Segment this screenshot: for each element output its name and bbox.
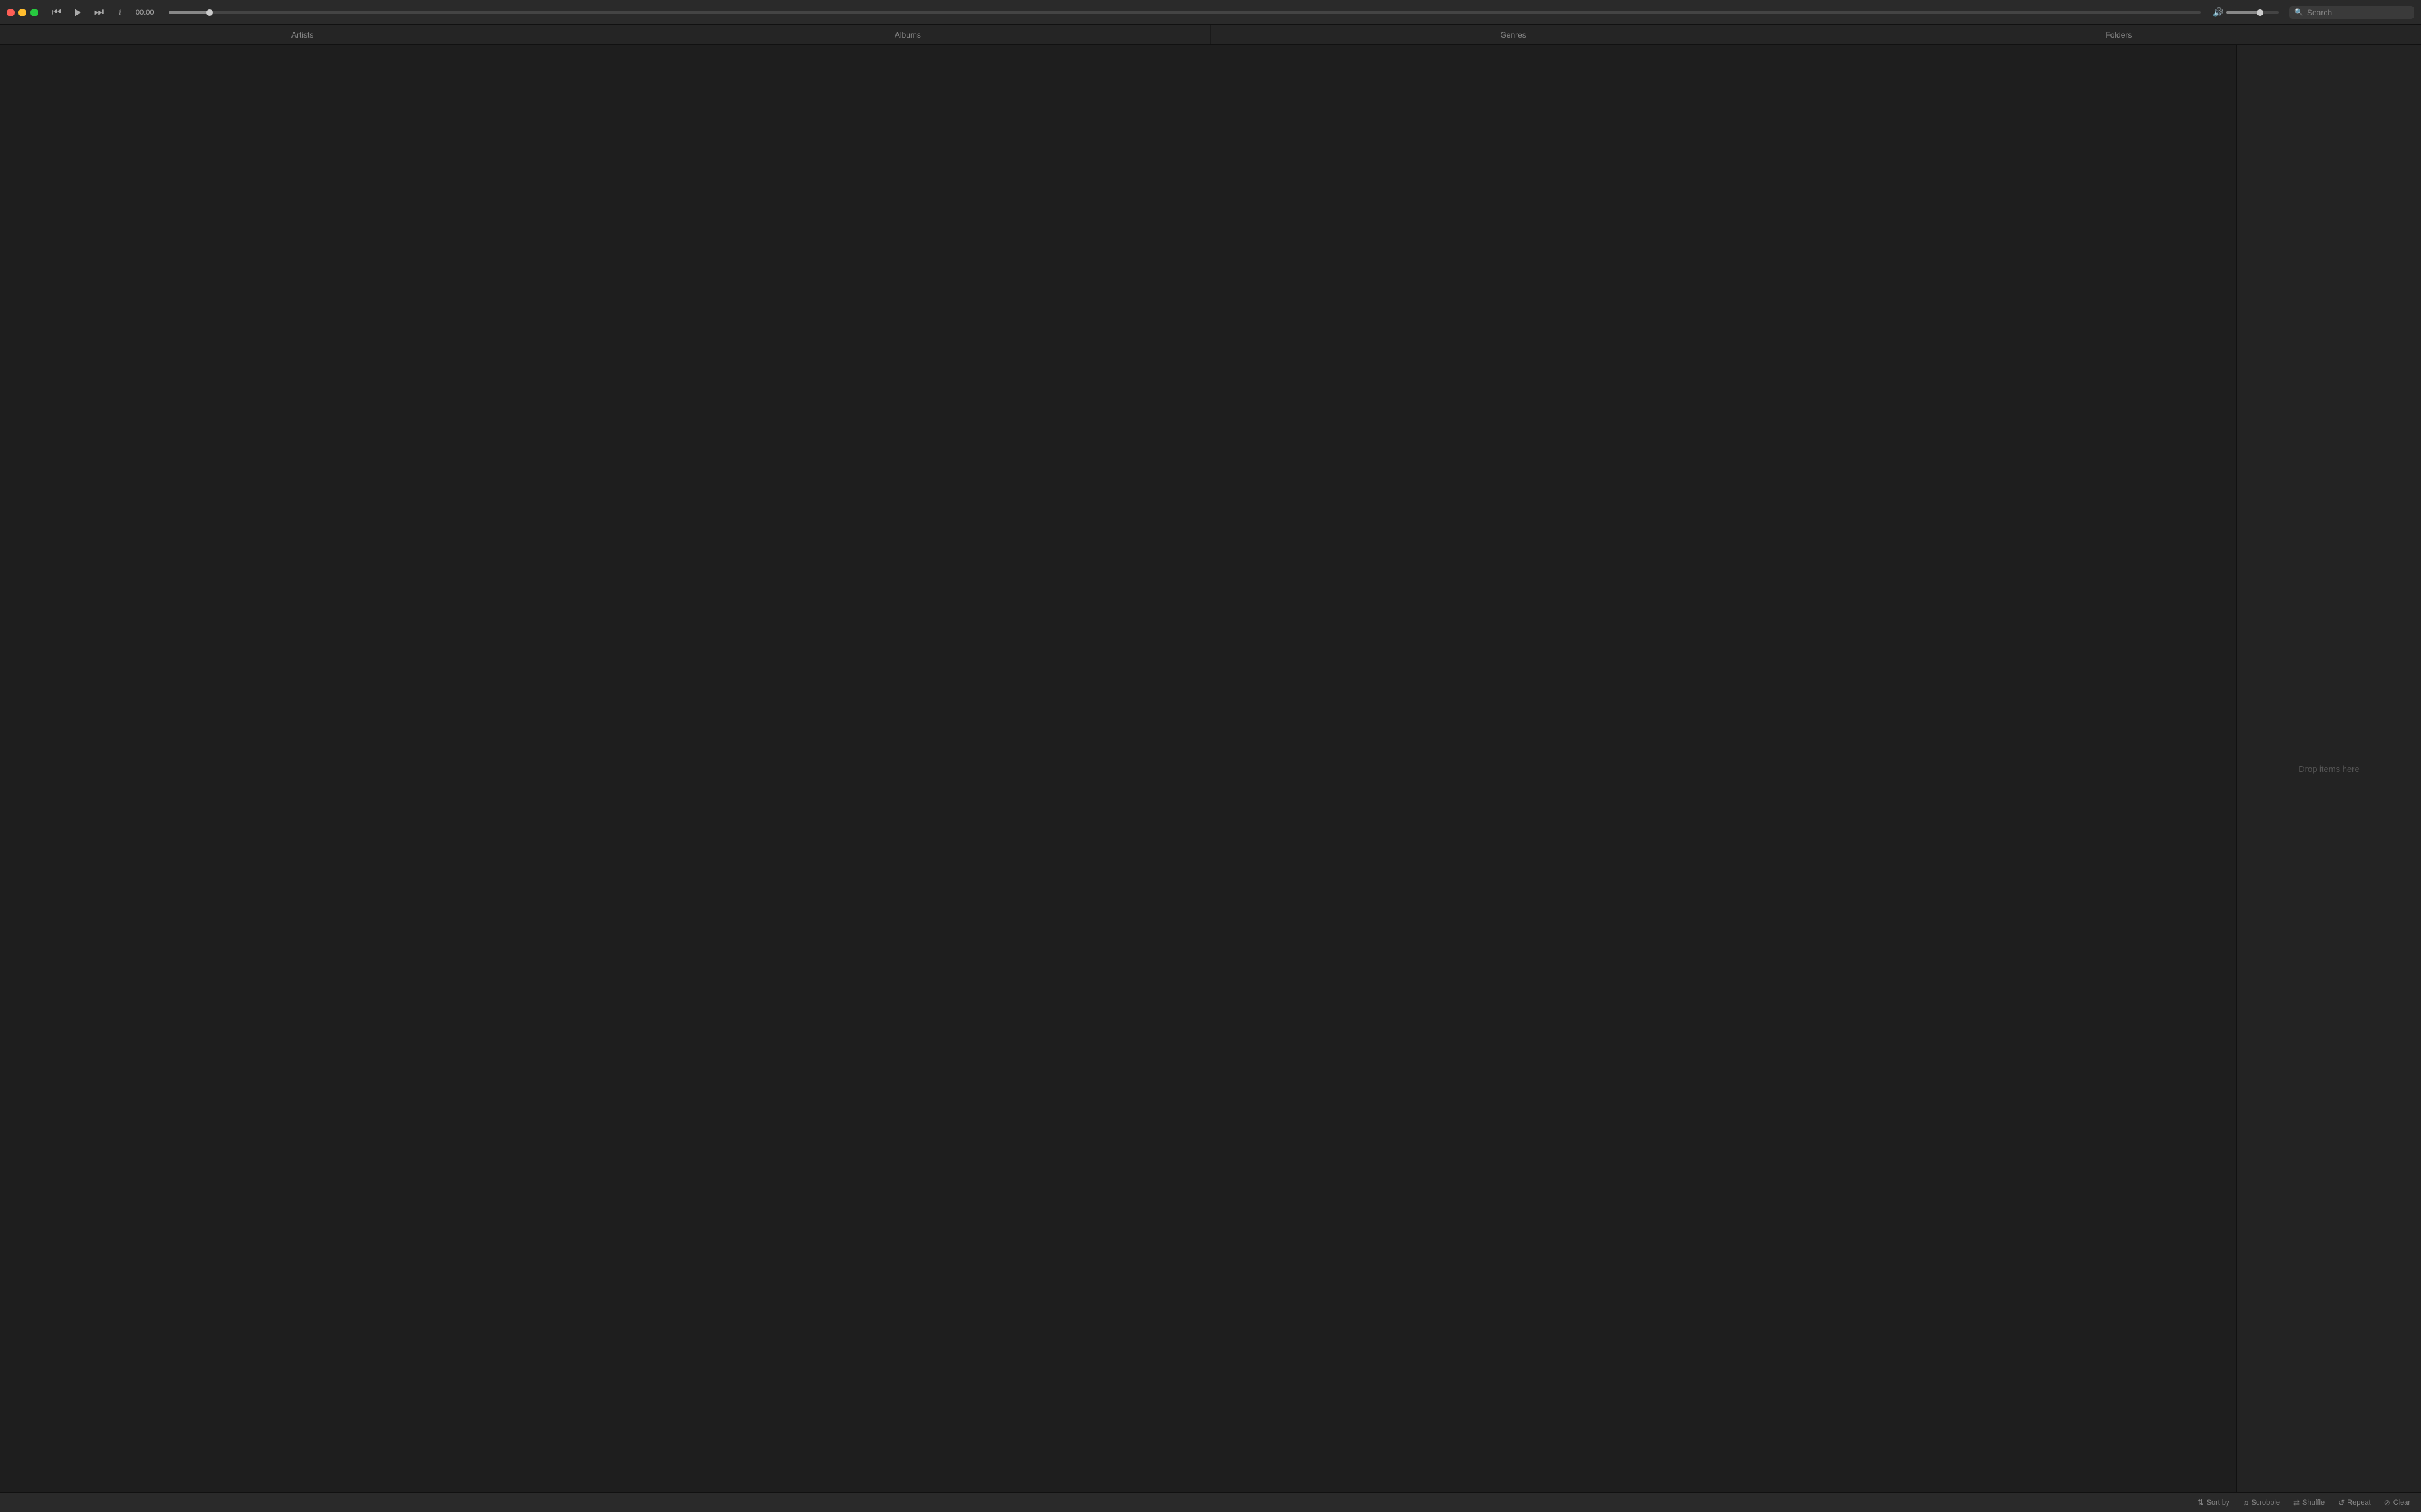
bottom-bar: ⇅ Sort by ♫ Scrobble ⇄ Shuffle ↺ Repeat … — [0, 1492, 2421, 1512]
info-button[interactable]: i — [112, 5, 128, 20]
repeat-button[interactable]: ↺ Repeat — [2338, 1498, 2371, 1507]
repeat-label: Repeat — [2347, 1499, 2370, 1507]
scrobble-label: Scrobble — [2252, 1499, 2280, 1507]
search-box[interactable]: 🔍 — [2289, 6, 2414, 19]
shuffle-label: Shuffle — [2302, 1499, 2325, 1507]
play-icon — [75, 9, 81, 16]
playlist-area[interactable]: Drop items here — [2236, 45, 2421, 1492]
scrobble-button[interactable]: ♫ Scrobble — [2243, 1498, 2280, 1507]
tab-folders[interactable]: Folders — [1816, 25, 2421, 44]
close-button[interactable] — [7, 9, 15, 16]
tab-albums[interactable]: Albums — [605, 25, 1210, 44]
play-button[interactable] — [70, 5, 86, 20]
clear-label: Clear — [2393, 1499, 2410, 1507]
shuffle-icon: ⇄ — [2293, 1498, 2300, 1507]
progress-fill — [169, 11, 210, 14]
rewind-button[interactable]: ⏮ — [49, 5, 65, 20]
search-icon: 🔍 — [2294, 8, 2304, 16]
volume-thumb — [2257, 9, 2263, 16]
library-area — [0, 45, 2236, 1492]
tab-artists[interactable]: Artists — [0, 25, 605, 44]
progress-thumb — [206, 9, 213, 16]
tab-genres[interactable]: Genres — [1211, 25, 1816, 44]
maximize-button[interactable] — [30, 9, 38, 16]
shuffle-button[interactable]: ⇄ Shuffle — [2293, 1498, 2325, 1507]
volume-icon: 🔊 — [2213, 7, 2223, 18]
minimize-button[interactable] — [18, 9, 26, 16]
clear-button[interactable]: ⊘ Clear — [2384, 1498, 2410, 1507]
search-input[interactable] — [2307, 8, 2409, 17]
volume-area: 🔊 — [2213, 7, 2279, 18]
sort-icon: ⇅ — [2197, 1498, 2204, 1507]
clear-icon: ⊘ — [2384, 1498, 2391, 1507]
progress-bar[interactable] — [169, 11, 2201, 14]
playback-controls: ⏮ ⏭ i — [49, 5, 128, 20]
tabs-bar: Artists Albums Genres Folders — [0, 25, 2421, 45]
titlebar: ⏮ ⏭ i 00:00 🔊 🔍 — [0, 0, 2421, 25]
traffic-lights — [7, 9, 38, 16]
repeat-icon: ↺ — [2338, 1498, 2345, 1507]
main-content: Drop items here — [0, 45, 2421, 1492]
volume-fill — [2226, 11, 2260, 14]
sort-by-button[interactable]: ⇅ Sort by — [2197, 1498, 2230, 1507]
sort-by-label: Sort by — [2207, 1499, 2230, 1507]
fast-forward-button[interactable]: ⏭ — [91, 5, 107, 20]
volume-slider[interactable] — [2226, 11, 2279, 14]
drop-hint: Drop items here — [2298, 764, 2359, 774]
time-display: 00:00 — [136, 9, 160, 16]
scrobble-icon: ♫ — [2243, 1498, 2249, 1507]
